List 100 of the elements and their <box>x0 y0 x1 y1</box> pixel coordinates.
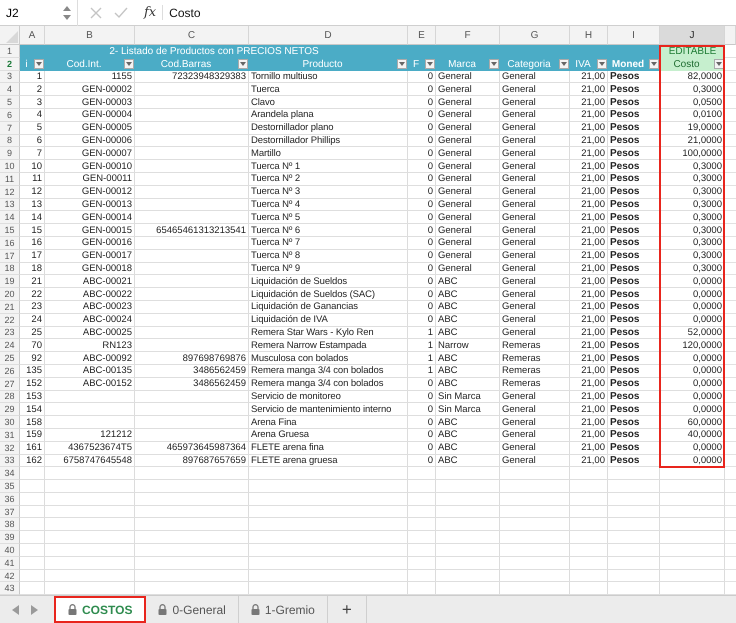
vat-cell: 21,00 <box>570 122 608 135</box>
code-cell: GEN-00005 <box>45 122 135 135</box>
column-header[interactable]: H <box>570 26 608 45</box>
row-number[interactable]: 6 <box>0 108 20 122</box>
row-number[interactable]: 3 <box>0 70 20 84</box>
row-number[interactable]: 20 <box>0 288 20 301</box>
id-cell: 14 <box>20 211 45 224</box>
lock-icon <box>158 604 168 616</box>
row-number[interactable]: 18 <box>0 262 20 276</box>
row-number[interactable]: 41 <box>0 556 20 570</box>
row-number[interactable]: 42 <box>0 570 20 582</box>
empty-cell <box>500 492 570 506</box>
empty-cell <box>608 531 660 544</box>
filter-button[interactable] <box>238 58 248 69</box>
row-number[interactable]: 26 <box>0 364 20 378</box>
table-cell: 0 <box>408 454 436 468</box>
empty-cell <box>408 556 436 570</box>
row-number[interactable]: 40 <box>0 544 20 557</box>
column-header[interactable]: E <box>408 26 436 45</box>
product-cell: Arandela plana <box>249 108 408 122</box>
row-number[interactable]: 37 <box>0 506 20 518</box>
category-cell: Remeras <box>500 339 570 352</box>
row-number[interactable]: 14 <box>0 211 20 224</box>
column-header[interactable]: F <box>436 26 500 45</box>
column-header[interactable]: G <box>500 26 570 45</box>
row-number[interactable]: 43 <box>0 582 20 596</box>
row-number[interactable]: 2 <box>0 58 20 71</box>
filter-button[interactable] <box>397 58 407 69</box>
brand-cell: General <box>436 198 500 212</box>
row-number[interactable]: 36 <box>0 492 20 506</box>
filter-button[interactable] <box>714 58 724 69</box>
row-number[interactable]: 4 <box>0 83 20 96</box>
column-header[interactable]: J <box>660 26 725 45</box>
row-number[interactable]: 1 <box>0 45 20 58</box>
code-cell: ABC-00022 <box>45 288 135 301</box>
row-number[interactable]: 13 <box>0 198 20 212</box>
table-cell: 0 <box>408 83 436 96</box>
filter-button[interactable] <box>649 58 659 69</box>
column-header[interactable]: D <box>249 26 408 45</box>
check-icon[interactable] <box>114 6 128 18</box>
sheet-tab[interactable]: 0-General <box>146 596 239 623</box>
row-number[interactable]: 23 <box>0 326 20 340</box>
column-header[interactable]: I <box>608 26 660 45</box>
row-number[interactable]: 11 <box>0 172 20 186</box>
row-number[interactable]: 7 <box>0 122 20 135</box>
filter-button[interactable] <box>124 58 134 69</box>
table-cell: 0 <box>408 250 436 263</box>
column-header[interactable]: B <box>45 26 135 45</box>
filter-button[interactable] <box>559 58 569 69</box>
row-number[interactable]: 25 <box>0 352 20 365</box>
row-number[interactable]: 8 <box>0 134 20 148</box>
row-number[interactable]: 33 <box>0 454 20 468</box>
column-header[interactable]: A <box>20 26 45 45</box>
row-number[interactable]: 32 <box>0 442 20 454</box>
currency-cell: Pesos <box>608 428 660 442</box>
row-number[interactable]: 31 <box>0 428 20 442</box>
brand-cell: General <box>436 186 500 199</box>
column-header[interactable]: C <box>135 26 249 45</box>
product-cell: Tuerca Nº 3 <box>249 186 408 199</box>
row-number[interactable]: 17 <box>0 250 20 263</box>
code-cell: GEN-00013 <box>45 198 135 212</box>
row-number[interactable]: 34 <box>0 467 20 480</box>
vat-cell: 21,00 <box>570 198 608 212</box>
code-cell: GEN-00014 <box>45 211 135 224</box>
row-number[interactable]: 29 <box>0 403 20 416</box>
formula-field[interactable]: Costo <box>169 6 201 20</box>
row-number[interactable]: 24 <box>0 339 20 352</box>
row-number[interactable]: 35 <box>0 480 20 493</box>
row-number[interactable]: 39 <box>0 531 20 544</box>
id-cell: 23 <box>20 300 45 314</box>
stepper-icon[interactable] <box>63 6 71 20</box>
filter-button[interactable] <box>34 58 44 69</box>
vat-cell: 21,00 <box>570 134 608 148</box>
product-cell: Destornillador plano <box>249 122 408 135</box>
row-number[interactable]: 15 <box>0 224 20 237</box>
add-sheet-button[interactable]: + <box>328 596 367 623</box>
row-number[interactable]: 22 <box>0 314 20 327</box>
row-number[interactable]: 10 <box>0 160 20 173</box>
sheet-tab[interactable]: 1-Gremio <box>238 596 328 623</box>
filter-button[interactable] <box>489 58 499 69</box>
row-number[interactable]: 30 <box>0 416 20 429</box>
category-cell: General <box>500 160 570 173</box>
row-number[interactable]: 5 <box>0 96 20 109</box>
product-cell: Tuerca <box>249 83 408 96</box>
row-number[interactable]: 27 <box>0 378 20 391</box>
cost-cell: 120,0000 <box>660 339 725 352</box>
sheet-tab[interactable]: COSTOS <box>54 596 146 623</box>
filter-button[interactable] <box>597 58 607 69</box>
row-number[interactable]: 16 <box>0 236 20 250</box>
row-number[interactable]: 21 <box>0 300 20 314</box>
row-number[interactable]: 38 <box>0 518 20 532</box>
code-cell: GEN-00015 <box>45 224 135 237</box>
function-label[interactable]: fx <box>144 5 164 20</box>
row-number[interactable]: 9 <box>0 147 20 160</box>
product-cell: Arena Fina <box>249 416 408 429</box>
vat-cell: 21,00 <box>570 339 608 352</box>
row-number[interactable]: 28 <box>0 390 20 404</box>
filter-button[interactable] <box>425 58 435 69</box>
row-number[interactable]: 19 <box>0 275 20 288</box>
row-number[interactable]: 12 <box>0 186 20 199</box>
